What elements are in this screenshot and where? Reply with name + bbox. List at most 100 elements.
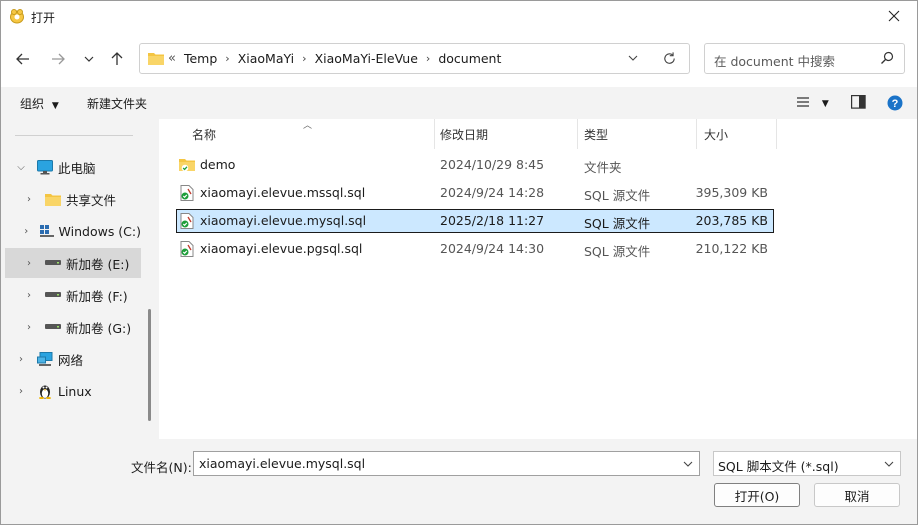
network-icon [37,351,53,367]
preview-pane-button[interactable] [851,95,866,112]
up-button[interactable] [105,47,129,71]
address-history-chevron-icon[interactable] [627,52,639,64]
folder-icon [45,191,61,207]
column-header-size[interactable]: 大小 [704,119,728,149]
column-header-modified[interactable]: 修改日期 [440,119,488,149]
sidebar-item-label: 新加卷 (F:) [66,288,128,304]
breadcrumb-overflow[interactable]: « [168,51,176,66]
organize-label: 组织 [20,97,45,111]
chevron-right-icon[interactable]: › [426,52,430,65]
column-divider[interactable] [577,119,578,149]
app-icon [10,9,24,24]
chevron-right-icon[interactable]: › [21,258,37,269]
chevron-right-icon[interactable]: › [21,226,32,237]
cancel-button[interactable]: 取消 [814,483,900,507]
title-bar: 打开 [1,1,917,31]
column-header-type[interactable]: 类型 [584,119,608,149]
help-icon: ? [887,95,903,111]
recent-locations-button[interactable] [77,47,101,71]
table-row-selected[interactable]: xiaomayi.elevue.mysql.sql 2025/2/18 11:2… [176,209,774,233]
breadcrumb-item-document[interactable]: document [438,51,501,66]
help-button[interactable]: ? [887,95,903,114]
close-icon [888,10,900,22]
navigation-bar: « Temp › XiaoMaYi › XiaoMaYi-EleVue › do… [1,31,917,87]
file-modified: 2024/9/24 14:30 [440,241,545,256]
file-modified: 2025/2/18 11:27 [440,213,545,228]
sidebar-item-network[interactable]: › 网络 [5,344,141,374]
file-type-value: SQL 脚本文件 (*.sql) [718,459,839,474]
caret-down-icon: ▼ [51,101,59,111]
sidebar-item-windows-c[interactable]: › Windows (C:) [5,216,141,246]
sidebar-item-linux[interactable]: › Linux [5,376,141,406]
search-placeholder: 在 document 中搜索 [714,54,836,69]
chevron-right-icon[interactable]: › [21,322,37,333]
sidebar-item-this-pc[interactable]: ⌵ 此电脑 [5,152,141,182]
file-type: 文件夹 [584,160,622,175]
column-divider[interactable] [776,119,777,149]
file-list: ︿ 名称 修改日期 类型 大小 demo 2024/10/29 8:45 文件夹… [159,119,917,439]
chevron-right-icon[interactable]: › [13,386,29,397]
breadcrumb-item-xiaomayi-elevue[interactable]: XiaoMaYi-EleVue [315,51,418,66]
chevron-right-icon[interactable]: › [225,52,229,65]
file-modified: 2024/10/29 8:45 [440,157,545,172]
window-title: 打开 [31,11,56,25]
address-bar[interactable]: « Temp › XiaoMaYi › XiaoMaYi-EleVue › do… [139,43,690,74]
open-file-dialog: 打开 « Temp › XiaoMaYi › XiaoMaYi-EleVue ›… [0,0,918,525]
table-row[interactable]: xiaomayi.elevue.pgsql.sql 2024/9/24 14:3… [176,237,774,261]
column-divider[interactable] [696,119,697,149]
arrow-up-icon [111,52,123,65]
breadcrumb-item-xiaomayi[interactable]: XiaoMaYi [238,51,294,66]
column-header-name[interactable]: 名称 [192,119,216,149]
file-size: 203,785 KB [695,213,768,228]
file-modified: 2024/9/24 14:28 [440,185,545,200]
file-type-select[interactable]: SQL 脚本文件 (*.sql) [713,451,901,476]
search-input[interactable]: 在 document 中搜索 [704,43,905,74]
file-name: demo [200,157,236,172]
refresh-icon[interactable] [662,51,677,66]
drive-icon [45,319,61,335]
file-name: xiaomayi.elevue.mssql.sql [200,185,366,200]
sidebar-scrollbar[interactable] [148,309,151,421]
breadcrumb-item-temp[interactable]: Temp [184,51,217,66]
sidebar-item-shared-files[interactable]: › 共享文件 [5,184,141,214]
filename-field[interactable]: xiaomayi.elevue.mysql.sql [193,451,700,476]
folder-icon [148,53,164,65]
search-icon[interactable] [880,51,894,65]
organize-menu[interactable]: 组织 ▼ [20,95,59,112]
linux-icon [37,383,53,399]
drive-icon [45,287,61,303]
sidebar-item-label: 新加卷 (E:) [66,256,130,272]
filename-label: 文件名(N): [131,460,192,475]
file-type: SQL 源文件 [584,188,651,203]
table-row[interactable]: demo 2024/10/29 8:45 文件夹 [176,153,774,177]
caret-down-icon: ▼ [821,99,829,109]
sidebar-item-drive-e[interactable]: › 新加卷 (E:) [5,248,141,278]
sidebar-item-label: 新加卷 (G:) [66,320,132,336]
chevron-down-icon[interactable] [682,458,694,470]
close-button[interactable] [871,1,917,31]
sidebar-item-label: Linux [58,383,92,399]
windows-drive-icon [39,223,54,239]
chevron-right-icon[interactable]: › [21,290,37,301]
sidebar-item-label: 共享文件 [66,192,117,208]
sql-file-icon [180,213,194,229]
back-button[interactable] [11,47,35,71]
view-menu[interactable]: ▼ [796,95,829,112]
sidebar-item-drive-g[interactable]: › 新加卷 (G:) [5,312,141,342]
file-type: SQL 源文件 [584,244,651,259]
table-row[interactable]: xiaomayi.elevue.mssql.sql 2024/9/24 14:2… [176,181,774,205]
chevron-right-icon[interactable]: › [13,354,29,365]
chevron-down-icon [84,56,94,62]
file-name: xiaomayi.elevue.pgsql.sql [200,241,363,256]
chevron-right-icon[interactable]: › [21,194,37,205]
drive-icon [45,255,61,271]
open-button[interactable]: 打开(O) [714,483,800,507]
forward-button[interactable] [46,47,70,71]
column-divider[interactable] [434,119,435,149]
chevron-down-icon[interactable]: ⌵ [13,162,29,173]
new-folder-button[interactable]: 新建文件夹 [87,95,147,112]
sql-file-icon [180,241,194,257]
chevron-down-icon [884,461,894,467]
sidebar-item-drive-f[interactable]: › 新加卷 (F:) [5,280,141,310]
chevron-right-icon[interactable]: › [302,52,306,65]
